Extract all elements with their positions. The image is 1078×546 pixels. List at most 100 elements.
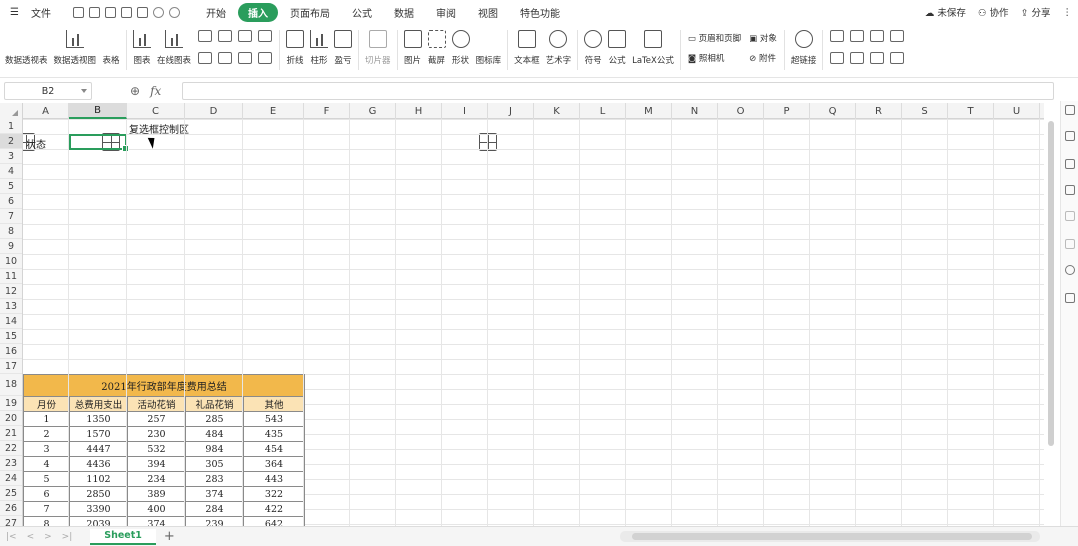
header-activity[interactable]: 活动花销 (127, 396, 186, 412)
column-chart-icon[interactable] (218, 30, 233, 42)
row-header-9[interactable]: 9 (0, 239, 22, 254)
header-footer-button[interactable]: ▭ 页眉和页脚 (688, 32, 741, 44)
open-icon[interactable] (72, 6, 84, 18)
first-sheet-icon[interactable]: |< (6, 532, 17, 542)
prev-sheet-icon[interactable]: < (27, 532, 35, 542)
map-chart-icon[interactable] (258, 30, 273, 42)
row-header-21[interactable]: 21 (0, 426, 22, 441)
pivot-chart-button[interactable]: 数据透视图 (51, 26, 100, 74)
last-sheet-icon[interactable]: >| (62, 532, 73, 542)
table-cell[interactable]: 422 (243, 501, 305, 517)
table-cell[interactable]: 532 (127, 441, 186, 457)
row-header-22[interactable]: 22 (0, 441, 22, 456)
header-total[interactable]: 总费用支出 (69, 396, 128, 412)
table-cell[interactable]: 1350 (69, 411, 128, 427)
object-button[interactable]: ▣ 对象 (749, 32, 777, 44)
scatter-chart-icon[interactable] (258, 52, 273, 64)
table-cell[interactable]: 642 (243, 516, 305, 526)
table-cell[interactable]: 435 (243, 426, 305, 442)
chart-button[interactable]: 图表 (130, 26, 154, 74)
table-cell[interactable]: 1102 (69, 471, 128, 487)
column-header-g[interactable]: G (350, 103, 396, 119)
column-header-c[interactable]: C (127, 103, 185, 119)
scroll-thumb[interactable] (1048, 121, 1054, 446)
sparkline-line-button[interactable]: 折线 (283, 26, 307, 74)
column-header-u[interactable]: U (994, 103, 1040, 119)
table-cell[interactable]: 5 (23, 471, 70, 487)
hamburger-icon[interactable]: ☰ (6, 7, 23, 18)
chevron-down-icon[interactable] (81, 89, 87, 93)
cell-c1[interactable]: 复选框控制区 (129, 121, 189, 136)
table-cell[interactable]: 374 (127, 516, 186, 526)
table-cell[interactable]: 543 (243, 411, 305, 427)
tab-home[interactable]: 开始 (196, 3, 236, 22)
table-cell[interactable]: 1570 (69, 426, 128, 442)
property-icon[interactable] (1065, 211, 1075, 221)
pie-chart-icon[interactable] (238, 52, 253, 64)
table-cell[interactable]: 322 (243, 486, 305, 502)
sparkline-column-button[interactable]: 柱形 (307, 26, 331, 74)
row-header-26[interactable]: 26 (0, 501, 22, 516)
screenshot-button[interactable]: 截屏 (425, 26, 449, 74)
table-cell[interactable]: 2 (23, 426, 70, 442)
icon-library-button[interactable]: 图标库 (473, 26, 505, 151)
column-header-t[interactable]: T (948, 103, 994, 119)
hscroll-thumb[interactable] (632, 533, 1032, 540)
column-header-l[interactable]: L (580, 103, 626, 119)
extra-tool-icon[interactable] (830, 30, 845, 42)
row-header-6[interactable]: 6 (0, 194, 22, 209)
collaborate-button[interactable]: ⚇ 协作 (978, 5, 1009, 19)
backup-icon[interactable] (1065, 239, 1075, 249)
extra-tool-icon[interactable] (870, 30, 885, 42)
row-header-15[interactable]: 15 (0, 329, 22, 344)
symbol-button[interactable]: 符号 (581, 26, 605, 74)
fx-icon[interactable]: fx (150, 84, 161, 98)
cell-a2[interactable]: 状态 (26, 136, 46, 151)
row-header-7[interactable]: 7 (0, 209, 22, 224)
settings-icon[interactable] (1065, 159, 1075, 169)
undo-icon[interactable] (152, 6, 164, 18)
wordart-button[interactable]: 艺术字 (543, 26, 575, 74)
row-header-19[interactable]: 19 (0, 396, 22, 411)
extra-tool-icon[interactable] (890, 52, 905, 64)
column-header-k[interactable]: K (534, 103, 580, 119)
unsaved-status[interactable]: ☁ 未保存 (925, 5, 966, 19)
extra-tool-icon[interactable] (870, 52, 885, 64)
table-cell[interactable]: 285 (185, 411, 244, 427)
bar-chart-icon[interactable] (198, 30, 213, 42)
row-header-4[interactable]: 4 (0, 164, 22, 179)
online-chart-button[interactable]: 在线图表 (154, 26, 194, 74)
table-cell[interactable]: 454 (243, 441, 305, 457)
pivot-table-button[interactable]: 数据透视表 (2, 26, 51, 151)
table-cell[interactable]: 389 (127, 486, 186, 502)
table-cell[interactable]: 257 (127, 411, 186, 427)
select-icon[interactable] (1065, 185, 1075, 195)
tab-view[interactable]: 视图 (468, 3, 508, 22)
attachment-button[interactable]: ⊘ 附件 (749, 52, 777, 64)
row-header-25[interactable]: 25 (0, 486, 22, 501)
row-header-18[interactable]: 18 (0, 374, 22, 396)
row-header-3[interactable]: 3 (0, 149, 22, 164)
table-cell[interactable]: 400 (127, 501, 186, 517)
stock-chart-icon[interactable] (218, 52, 233, 64)
table-cell[interactable]: 7 (23, 501, 70, 517)
extra-tool-icon[interactable] (830, 52, 845, 64)
table-cell[interactable]: 230 (127, 426, 186, 442)
tab-insert[interactable]: 插入 (237, 2, 278, 22)
selected-cell-b2[interactable] (69, 134, 129, 152)
column-header-r[interactable]: R (856, 103, 902, 119)
table-cell[interactable]: 4447 (69, 441, 128, 457)
row-header-11[interactable]: 11 (0, 269, 22, 284)
line-chart-icon[interactable] (238, 30, 253, 42)
shape-icon[interactable] (1065, 105, 1075, 115)
column-header-s[interactable]: S (902, 103, 948, 119)
table-cell[interactable]: 984 (185, 441, 244, 457)
table-cell[interactable]: 8 (23, 516, 70, 526)
header-gifts[interactable]: 礼品花销 (185, 396, 244, 412)
extra-tool-icon[interactable] (890, 30, 905, 42)
print-icon[interactable] (120, 6, 132, 18)
column-header-d[interactable]: D (185, 103, 243, 119)
worksheet-grid[interactable]: ABCDEFGHIJKLMNOPQRSTU 1 2 3 4 5 6 7 8 9 10 11 12 13 1… (0, 103, 1044, 526)
radar-chart-icon[interactable] (198, 52, 213, 64)
share-button[interactable]: ⇪ 分享 (1021, 5, 1051, 19)
